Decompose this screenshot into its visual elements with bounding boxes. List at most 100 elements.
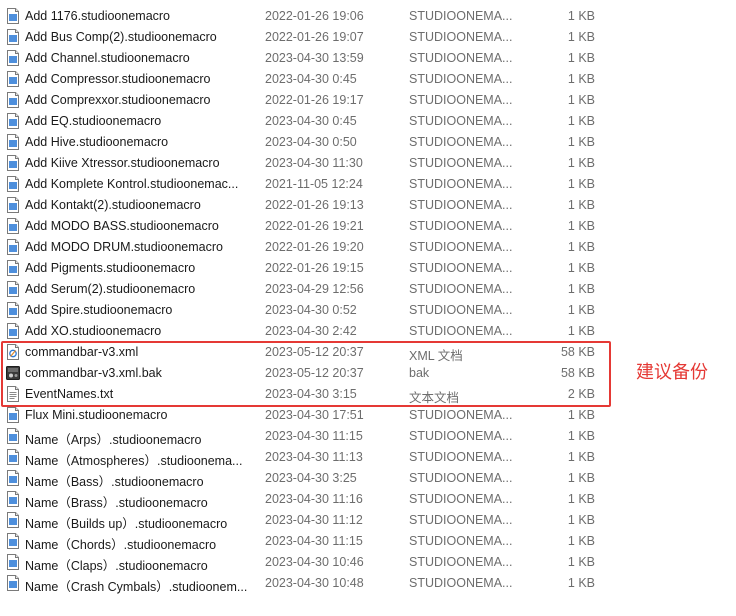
file-type: STUDIOONEMA... — [409, 51, 513, 65]
file-type: STUDIOONEMA... — [409, 93, 513, 107]
file-name[interactable]: Add 1176.studioonemacro — [25, 9, 257, 23]
file-size: 1 KB — [567, 450, 595, 464]
file-name[interactable]: Name（Brass）.studioonemacro — [25, 492, 257, 511]
file-name[interactable]: Add Hive.studioonemacro — [25, 135, 257, 149]
file-name[interactable]: Add Channel.studioonemacro — [25, 51, 257, 65]
file-row[interactable]: Add Hive.studioonemacro 2023-04-30 0:50 … — [0, 132, 610, 153]
file-type: STUDIOONEMA... — [409, 471, 513, 485]
file-date: 2022-01-26 19:15 — [265, 261, 364, 275]
macro-file-icon — [7, 155, 19, 171]
file-name[interactable]: Add MODO BASS.studioonemacro — [25, 219, 257, 233]
file-row[interactable]: Name（Builds up）.studioonemacro 2023-04-3… — [0, 510, 610, 531]
macro-file-icon — [7, 8, 19, 24]
macro-file-icon — [7, 470, 19, 486]
file-row[interactable]: Add Pigments.studioonemacro 2022-01-26 1… — [0, 258, 610, 279]
file-name[interactable]: Add Pigments.studioonemacro — [25, 261, 257, 275]
file-row[interactable]: Add MODO DRUM.studioonemacro 2022-01-26 … — [0, 237, 610, 258]
macro-file-icon — [7, 491, 19, 507]
file-date: 2023-04-30 13:59 — [265, 51, 364, 65]
file-name[interactable]: Name（Chords）.studioonemacro — [25, 534, 257, 553]
macro-file-icon — [7, 113, 19, 129]
file-size: 1 KB — [567, 177, 595, 191]
file-type: STUDIOONEMA... — [409, 408, 513, 422]
file-name[interactable]: Add Spire.studioonemacro — [25, 303, 257, 317]
file-row[interactable]: Name（Brass）.studioonemacro 2023-04-30 11… — [0, 489, 610, 510]
file-type: STUDIOONEMA... — [409, 303, 513, 317]
file-row[interactable]: Add Komplete Kontrol.studioonemac... 202… — [0, 174, 610, 195]
file-name[interactable]: Add EQ.studioonemacro — [25, 114, 257, 128]
file-row[interactable]: Add Spire.studioonemacro 2023-04-30 0:52… — [0, 300, 610, 321]
file-row[interactable]: Add Channel.studioonemacro 2023-04-30 13… — [0, 48, 610, 69]
file-date: 2023-04-30 11:15 — [265, 534, 363, 548]
file-row[interactable]: Add Compressor.studioonemacro 2023-04-30… — [0, 69, 610, 90]
file-type: STUDIOONEMA... — [409, 72, 513, 86]
macro-file-icon — [7, 512, 19, 528]
file-type: STUDIOONEMA... — [409, 30, 513, 44]
file-row[interactable]: Name（Atmospheres）.studioonema... 2023-04… — [0, 447, 610, 468]
file-name[interactable]: Add XO.studioonemacro — [25, 324, 257, 338]
file-size: 1 KB — [567, 156, 595, 170]
file-type: STUDIOONEMA... — [409, 282, 513, 296]
file-name[interactable]: Add Komplete Kontrol.studioonemac... — [25, 177, 257, 191]
macro-file-icon — [7, 176, 19, 192]
file-row[interactable]: Name（Bass）.studioonemacro 2023-04-30 3:2… — [0, 468, 610, 489]
file-name[interactable]: Name（Crash Cymbals）.studioonem... — [25, 576, 257, 595]
file-name[interactable]: Name（Builds up）.studioonemacro — [25, 513, 257, 532]
file-name[interactable]: Name（Arps）.studioonemacro — [25, 429, 257, 448]
file-list: Add 1176.studioonemacro 2022-01-26 19:06… — [0, 0, 736, 616]
file-size: 1 KB — [567, 492, 595, 506]
file-row[interactable]: Name（Claps）.studioonemacro 2023-04-30 10… — [0, 552, 610, 573]
file-type: STUDIOONEMA... — [409, 156, 513, 170]
file-name[interactable]: Add Compressor.studioonemacro — [25, 72, 257, 86]
file-type: STUDIOONEMA... — [409, 429, 513, 443]
file-name[interactable]: Name（Bass）.studioonemacro — [25, 471, 257, 490]
file-name[interactable]: Add Serum(2).studioonemacro — [25, 282, 257, 296]
file-name[interactable]: Name（Claps）.studioonemacro — [25, 555, 257, 574]
file-row[interactable]: Add Kiive Xtressor.studioonemacro 2023-0… — [0, 153, 610, 174]
file-type: STUDIOONEMA... — [409, 513, 513, 527]
file-row[interactable]: Name（Chords）.studioonemacro 2023-04-30 1… — [0, 531, 610, 552]
file-date: 2022-01-26 19:21 — [265, 219, 364, 233]
file-size: 1 KB — [567, 513, 595, 527]
file-row[interactable]: Add EQ.studioonemacro 2023-04-30 0:45 ST… — [0, 111, 610, 132]
file-name[interactable]: Add Kiive Xtressor.studioonemacro — [25, 156, 257, 170]
file-row[interactable]: Name（Crash Cymbals）.studioonem... 2023-0… — [0, 573, 610, 594]
file-row[interactable]: Add 1176.studioonemacro 2022-01-26 19:06… — [0, 6, 610, 27]
file-name[interactable]: Name（Atmospheres）.studioonema... — [25, 450, 257, 469]
file-type: STUDIOONEMA... — [409, 9, 513, 23]
file-row[interactable]: Flux Mini.studioonemacro 2023-04-30 17:5… — [0, 405, 610, 426]
file-row[interactable]: Add Bus Comp(2).studioonemacro 2022-01-2… — [0, 27, 610, 48]
file-row[interactable]: Add Serum(2).studioonemacro 2023-04-29 1… — [0, 279, 610, 300]
file-size: 1 KB — [567, 51, 595, 65]
file-row[interactable]: Name（Arps）.studioonemacro 2023-04-30 11:… — [0, 426, 610, 447]
macro-file-icon — [7, 428, 19, 444]
file-row[interactable]: Add Kontakt(2).studioonemacro 2022-01-26… — [0, 195, 610, 216]
file-row[interactable]: Add MODO BASS.studioonemacro 2022-01-26 … — [0, 216, 610, 237]
file-name[interactable]: Add Kontakt(2).studioonemacro — [25, 198, 257, 212]
file-size: 1 KB — [567, 93, 595, 107]
file-size: 1 KB — [567, 114, 595, 128]
file-size: 1 KB — [567, 219, 595, 233]
file-size: 1 KB — [567, 576, 595, 590]
file-type: STUDIOONEMA... — [409, 135, 513, 149]
file-name[interactable]: Flux Mini.studioonemacro — [25, 408, 257, 422]
macro-file-icon — [7, 134, 19, 150]
macro-file-icon — [7, 260, 19, 276]
file-name[interactable]: Add Bus Comp(2).studioonemacro — [25, 30, 257, 44]
file-row[interactable]: Add Comprexxor.studioonemacro 2022-01-26… — [0, 90, 610, 111]
macro-file-icon — [7, 50, 19, 66]
file-name[interactable]: Add MODO DRUM.studioonemacro — [25, 240, 257, 254]
file-name[interactable]: Add Comprexxor.studioonemacro — [25, 93, 257, 107]
file-size: 1 KB — [567, 72, 595, 86]
file-date: 2023-04-30 11:16 — [265, 492, 363, 506]
file-type: STUDIOONEMA... — [409, 240, 513, 254]
highlight-box — [1, 341, 611, 407]
file-row[interactable]: Add XO.studioonemacro 2023-04-30 2:42 ST… — [0, 321, 610, 342]
file-date: 2023-04-30 3:25 — [265, 471, 357, 485]
file-size: 1 KB — [567, 429, 595, 443]
macro-file-icon — [7, 92, 19, 108]
macro-file-icon — [7, 29, 19, 45]
file-size: 1 KB — [567, 324, 595, 338]
file-type: STUDIOONEMA... — [409, 324, 513, 338]
macro-file-icon — [7, 533, 19, 549]
